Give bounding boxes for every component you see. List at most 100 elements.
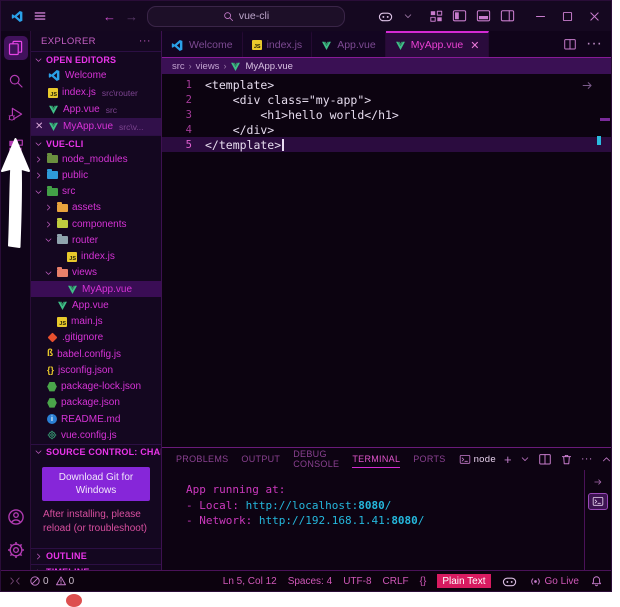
problems-summary[interactable]: 0 0 (29, 575, 74, 587)
panel-tab-terminal[interactable]: TERMINAL (352, 450, 400, 468)
tree-item-jsconfig-json[interactable]: {}jsconfig.json (31, 362, 161, 378)
tree-item-package-lock-json[interactable]: package-lock.json (31, 379, 161, 395)
status-item-[interactable]: {} (420, 576, 427, 587)
more-actions-icon[interactable]: ··· (586, 35, 602, 53)
breadcrumb-segment[interactable]: views (196, 61, 220, 72)
outline-header[interactable]: OUTLINE (31, 548, 161, 564)
copilot-icon[interactable] (378, 9, 394, 24)
activitybar-item-explorer[interactable] (4, 36, 28, 60)
panel-tab-ports[interactable]: PORTS (413, 450, 445, 468)
back-arrow-icon[interactable]: ← (103, 9, 116, 24)
project-root-header[interactable]: VUE-CLI (31, 135, 161, 151)
tree-item-package-json[interactable]: package.json (31, 395, 161, 411)
minimize-icon[interactable] (534, 10, 547, 23)
command-center-search[interactable]: vue-cli (147, 6, 345, 27)
terminal-profile-node[interactable]: node (459, 454, 496, 465)
kill-terminal-icon[interactable] (560, 453, 573, 466)
code-text: <template> (205, 78, 274, 92)
status-item-utf-8[interactable]: UTF-8 (343, 576, 371, 587)
terminal-body[interactable]: App running at:- Local: http://localhost… (162, 470, 611, 570)
tree-item-label: babel.config.js (57, 349, 121, 360)
open-editor-myapp-vue[interactable]: ✕MyApp.vuesrc\v... (31, 118, 161, 135)
maximize-icon[interactable] (561, 10, 574, 23)
toggle-sidebar-icon[interactable] (452, 9, 467, 23)
tree-item-components[interactable]: components (31, 216, 161, 232)
status-item-spaces-4[interactable]: Spaces: 4 (288, 576, 332, 587)
tree-item-router[interactable]: router (31, 232, 161, 248)
tree-item-gitignore[interactable]: .gitignore (31, 330, 161, 346)
code-text: <div class="my-app"> (205, 93, 371, 107)
run-arrow-icon[interactable] (581, 79, 595, 92)
explorer-icon (8, 40, 24, 56)
tree-item-views[interactable]: views (31, 265, 161, 281)
open-editor-index-js[interactable]: JSindex.jssrc\router (31, 84, 161, 101)
chevron-down-icon[interactable] (520, 454, 530, 464)
js-icon: JS (57, 317, 67, 327)
tree-item-assets[interactable]: assets (31, 200, 161, 216)
js-icon: JS (252, 40, 262, 50)
breadcrumb-file[interactable]: MyApp.vue (245, 61, 293, 72)
breadcrumb-segment[interactable]: src (172, 61, 185, 72)
download-git-button[interactable]: Download Git for Windows (42, 467, 150, 501)
remote-indicator-icon[interactable] (9, 575, 21, 587)
breadcrumb[interactable]: src›views›MyApp.vue (162, 58, 611, 74)
maximize-panel-icon[interactable] (601, 454, 612, 465)
activitybar-item-account[interactable] (4, 505, 28, 529)
bell-icon[interactable] (590, 575, 603, 588)
status-item-crlf[interactable]: CRLF (383, 576, 409, 587)
tree-item-label: README.md (61, 414, 120, 425)
new-terminal-icon[interactable]: + (504, 452, 512, 467)
code-editor[interactable]: 1<template>2 <div class="my-app">3 <h1>h… (162, 74, 611, 447)
tree-item-babel-config-js[interactable]: ßbabel.config.js (31, 346, 161, 362)
terminal-tab-shell-icon[interactable] (589, 474, 607, 489)
split-terminal-icon[interactable] (538, 453, 552, 466)
tree-item-public[interactable]: public (31, 167, 161, 183)
tab-app-vue[interactable]: App.vue (312, 31, 386, 57)
tree-item-readme-md[interactable]: iREADME.md (31, 411, 161, 427)
vue-icon (57, 300, 68, 311)
folder-icon (47, 155, 58, 163)
customize-layout-icon[interactable] (430, 10, 443, 23)
panel-tab-output[interactable]: OUTPUT (241, 450, 280, 468)
open-editor-welcome[interactable]: Welcome (31, 67, 161, 84)
tree-item-myapp-vue[interactable]: MyApp.vue (31, 281, 161, 297)
panel-tab-problems[interactable]: PROBLEMS (176, 450, 228, 468)
source-control-header[interactable]: SOURCE CONTROL: CHAN... (31, 444, 161, 460)
close-icon[interactable]: ✕ (35, 122, 44, 131)
more-actions-icon[interactable]: ··· (139, 35, 151, 47)
menu-icon[interactable] (33, 9, 47, 23)
tab-index-js[interactable]: JSindex.js (243, 31, 313, 57)
toggle-secondary-sidebar-icon[interactable] (500, 9, 515, 23)
toggle-panel-icon[interactable] (476, 9, 491, 23)
tree-item-src[interactable]: src (31, 184, 161, 200)
close-icon[interactable] (588, 10, 601, 23)
activitybar-item-settings[interactable] (4, 538, 28, 562)
terminal-tab-node-icon[interactable] (589, 494, 607, 509)
tree-item-node-modules[interactable]: node_modules (31, 151, 161, 167)
tree-item-main-js[interactable]: JSmain.js (31, 314, 161, 330)
status-item-ln-5-col-12[interactable]: Ln 5, Col 12 (223, 576, 277, 587)
tab-welcome[interactable]: Welcome (162, 31, 243, 57)
sidebar-title-row: EXPLORER ··· (31, 31, 161, 51)
tree-item-vue-config-js[interactable]: vue.config.js (31, 427, 161, 443)
copilot-icon[interactable] (502, 574, 518, 589)
panel-tab-debug-console[interactable]: DEBUG CONSOLE (293, 445, 339, 473)
close-icon[interactable]: ✕ (470, 39, 479, 52)
chevron-right-icon (44, 220, 53, 229)
go-live-button[interactable]: Go Live (529, 575, 579, 588)
tree-item-label: views (72, 267, 97, 278)
activitybar-item-extensions[interactable] (4, 135, 28, 159)
package-icon (47, 382, 57, 392)
language-mode-badge[interactable]: Plain Text (437, 574, 490, 588)
chevron-down-icon[interactable] (403, 11, 413, 21)
warning-count: 0 (69, 576, 75, 587)
tab-myapp-vue[interactable]: MyApp.vue✕ (386, 31, 490, 57)
more-actions-icon[interactable]: ··· (581, 453, 593, 465)
activitybar-item-search[interactable] (4, 69, 28, 93)
open-editors-header[interactable]: OPEN EDITORS (31, 51, 161, 67)
activitybar-item-run-debug[interactable] (4, 102, 28, 126)
split-editor-icon[interactable] (563, 38, 577, 51)
open-editor-app-vue[interactable]: App.vuesrc (31, 101, 161, 118)
tree-item-app-vue[interactable]: App.vue (31, 297, 161, 313)
tree-item-index-js[interactable]: JSindex.js (31, 249, 161, 265)
